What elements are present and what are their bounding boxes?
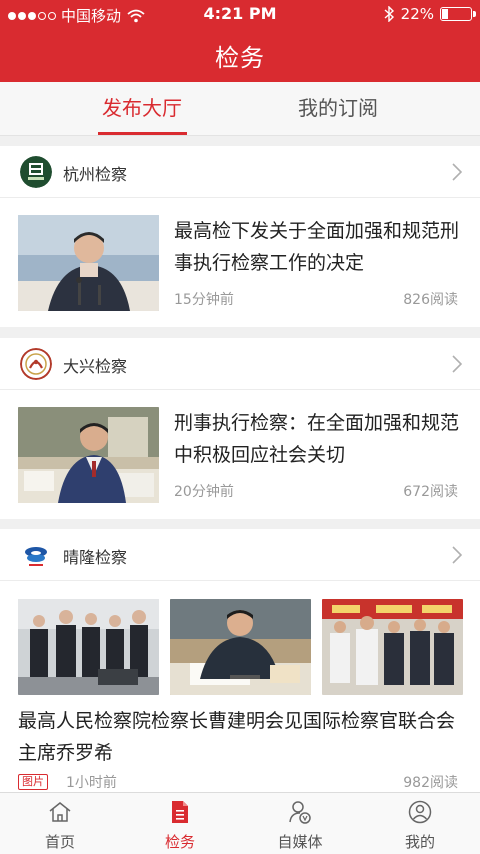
chevron-right-icon xyxy=(452,546,462,564)
daxing-procuratorate-logo xyxy=(20,348,52,380)
article-thumbnail xyxy=(18,407,159,503)
bluetooth-icon xyxy=(384,6,394,22)
segment-tabs: 发布大厅 我的订阅 xyxy=(0,82,480,136)
document-icon xyxy=(172,801,188,823)
chevron-right-icon xyxy=(452,163,462,181)
person-media-icon xyxy=(289,801,311,824)
status-bar: 中国移动 4:21 PM 22% xyxy=(0,0,480,28)
article-photo-3 xyxy=(322,599,463,695)
tabbar-label: 检务 xyxy=(164,833,195,851)
chevron-right-icon xyxy=(452,355,462,373)
article-photo-1 xyxy=(18,599,159,695)
article-photo-2 xyxy=(170,599,311,695)
article-thumbnail xyxy=(18,215,159,311)
tab-my-subscriptions[interactable]: 我的订阅 xyxy=(238,82,438,136)
battery-icon xyxy=(440,7,476,21)
feed-card: 杭州检察 最高检下发关于全面加强和规范刑事执行检察工作的决定 15分钟前 826… xyxy=(0,146,480,327)
status-right: 22% xyxy=(383,5,476,23)
article-reads: 982阅读 xyxy=(403,775,458,791)
tab-label: 发布大厅 xyxy=(102,96,182,120)
article-time: 15分钟前 xyxy=(174,292,234,308)
source-name: 晴隆检察 xyxy=(63,548,128,567)
photo-tag-badge: 图片 xyxy=(18,774,48,790)
tabbar-label: 我的 xyxy=(404,833,435,851)
user-circle-icon xyxy=(408,800,432,824)
article-reads: 826阅读 xyxy=(403,292,458,308)
source-header[interactable]: 大兴检察 xyxy=(0,338,480,390)
source-name: 杭州检察 xyxy=(63,165,128,184)
app-header: 中国移动 4:21 PM 22% 检务 xyxy=(0,0,480,82)
tab-label: 我的订阅 xyxy=(298,96,378,120)
tabbar-item-home[interactable]: 首页 xyxy=(0,793,120,854)
battery-percent: 22% xyxy=(400,5,434,23)
tabbar-item-mine[interactable]: 我的 xyxy=(360,793,480,854)
hangzhou-procuratorate-logo xyxy=(20,156,52,188)
article-headline: 最高检下发关于全面加强和规范刑事执行检察工作的决定 xyxy=(174,220,460,274)
feed-card: 晴隆检察 最高人民检察院检察长曹建明会见国际检察官联合会主席乔罗希 图片 1小时… xyxy=(0,529,480,792)
article-time: 1小时前 xyxy=(66,775,117,791)
bottom-tab-bar: 首页 检务 自媒体 我的 xyxy=(0,792,480,854)
home-icon xyxy=(49,802,71,822)
source-header[interactable]: 杭州检察 xyxy=(0,146,480,198)
article-headline: 刑事执行检察：在全面加强和规范中积极回应社会关切 xyxy=(174,412,460,466)
article-time: 20分钟前 xyxy=(174,484,234,500)
active-tab-indicator xyxy=(98,132,187,135)
tabbar-item-self-media[interactable]: 自媒体 xyxy=(240,793,360,854)
tabbar-label: 首页 xyxy=(44,833,75,851)
page-title: 检务 xyxy=(215,44,265,72)
source-header[interactable]: 晴隆检察 xyxy=(0,529,480,581)
tabbar-item-jianwu[interactable]: 检务 xyxy=(120,793,240,854)
tabbar-label: 自媒体 xyxy=(277,833,323,851)
article-reads: 672阅读 xyxy=(403,484,458,500)
source-name: 大兴检察 xyxy=(63,357,128,376)
article-headline: 最高人民检察院检察长曹建明会见国际检察官联合会主席乔罗希 xyxy=(18,710,456,764)
qinglong-procuratorate-logo xyxy=(20,539,52,571)
tab-publish-hall[interactable]: 发布大厅 xyxy=(42,82,242,136)
feed-card: 大兴检察 刑事执行检察：在全面加强和规范中积极回应社会关切 20分钟前 672阅… xyxy=(0,338,480,519)
